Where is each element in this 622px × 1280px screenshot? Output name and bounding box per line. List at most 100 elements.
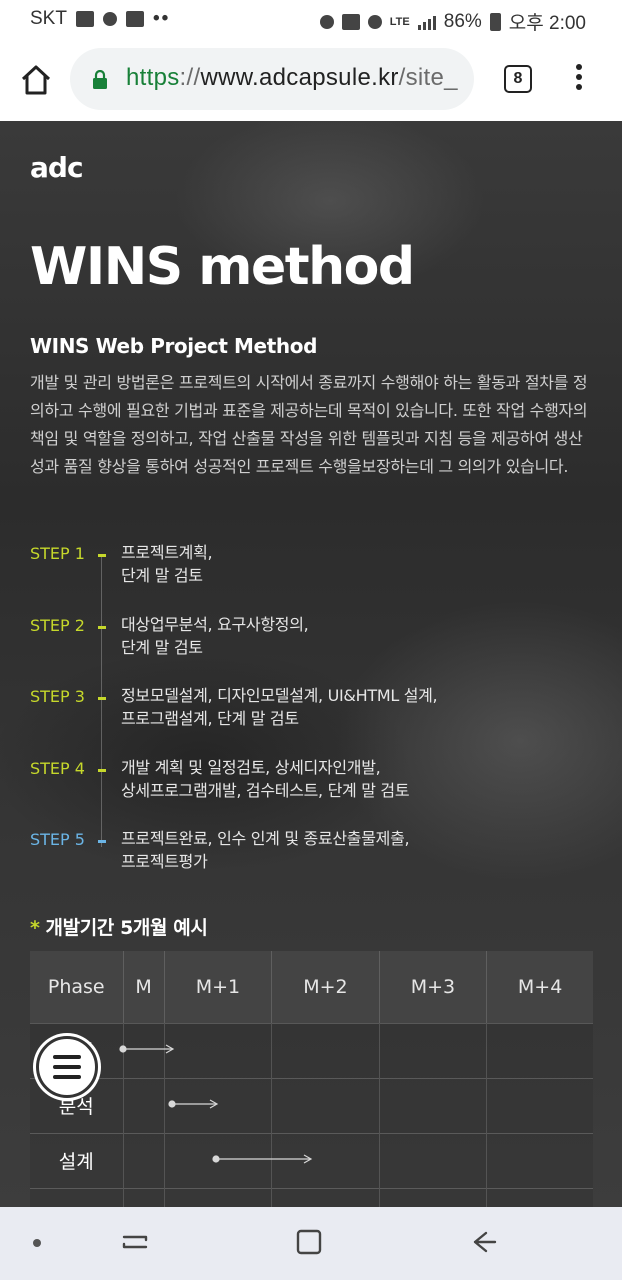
hamburger-menu-icon bbox=[53, 1052, 81, 1082]
recent-apps-icon[interactable] bbox=[120, 1227, 150, 1257]
mute-icon bbox=[341, 13, 360, 30]
url-text: https://www.adcapsule.kr/site_ bbox=[126, 64, 458, 92]
step-description: 정보모델설계, 디자인모델설계, UI&HTML 설계, 프로그램설계, 단계 … bbox=[121, 684, 591, 730]
step-marker bbox=[98, 840, 106, 843]
schedule-table: Phase M M+1 M+2 M+3 M+4 계획 분석 설계 bbox=[30, 951, 593, 1207]
step-line: 상세프로그램개발, 검수테스트, 단계 말 검토 bbox=[121, 781, 410, 800]
table-cell bbox=[486, 1132, 593, 1188]
table-cell bbox=[123, 1077, 165, 1133]
table-cell bbox=[486, 1022, 593, 1078]
table-row: 계획 bbox=[30, 1022, 593, 1078]
table-cell bbox=[379, 1132, 488, 1188]
battery-icon bbox=[489, 12, 501, 31]
table-cell bbox=[164, 1187, 273, 1207]
table-header: M+2 bbox=[271, 951, 380, 1023]
step-item-4: STEP 4 개발 계획 및 일정검토, 상세디자인개발, 상세프로그램개발, … bbox=[30, 756, 590, 812]
step-item-5: STEP 5 프로젝트완료, 인수 인계 및 종료산출물제출, 프로젝트평가 bbox=[30, 827, 590, 883]
step-description: 프로젝트완료, 인수 인계 및 종료산출물제출, 프로젝트평가 bbox=[121, 827, 591, 873]
table-header-row: Phase M M+1 M+2 M+3 M+4 bbox=[30, 951, 593, 1023]
step-description: 프로젝트계획, 단계 말 검토 bbox=[121, 541, 591, 587]
step-line: 대상업무분석, 요구사항정의, bbox=[121, 615, 309, 634]
period-title: 개발기간 5개월 예시 bbox=[45, 917, 208, 939]
table-cell bbox=[271, 1022, 380, 1078]
step-label: STEP 1 bbox=[30, 544, 85, 563]
battery-percent: 86% bbox=[443, 10, 482, 32]
table-row: 분석 bbox=[30, 1077, 593, 1133]
step-marker bbox=[98, 769, 106, 772]
step-line: 단계 말 검토 bbox=[121, 638, 203, 657]
table-row bbox=[30, 1187, 593, 1207]
system-nav-bar bbox=[0, 1207, 622, 1280]
lte-label: LTE bbox=[389, 15, 410, 28]
table-cell bbox=[164, 1077, 273, 1133]
table-header: M+3 bbox=[379, 951, 488, 1023]
table-cell bbox=[486, 1077, 593, 1133]
lock-icon bbox=[93, 70, 107, 89]
table-header: M+1 bbox=[164, 951, 273, 1023]
url-host: www.adcapsule.kr bbox=[200, 64, 399, 91]
carrier-label: SKT bbox=[30, 8, 67, 29]
step-label: STEP 3 bbox=[30, 687, 85, 706]
page-content: adc WINS method WINS Web Project Method … bbox=[0, 121, 622, 1207]
nav-dot-icon[interactable] bbox=[33, 1239, 41, 1247]
url-scheme: https bbox=[126, 64, 180, 91]
table-cell bbox=[379, 1022, 488, 1078]
period-heading: * 개발기간 5개월 예시 bbox=[30, 913, 208, 940]
table-cell bbox=[164, 1132, 273, 1188]
table-header: M bbox=[123, 951, 165, 1023]
url-separator: :// bbox=[179, 64, 201, 91]
page-description: 개발 및 관리 방법론은 프로젝트의 시작에서 종료까지 수행해야 하는 활동과… bbox=[30, 373, 588, 476]
tab-switcher-button[interactable]: 8 bbox=[504, 65, 532, 93]
step-line: 단계 말 검토 bbox=[121, 566, 203, 585]
step-label: STEP 4 bbox=[30, 759, 85, 778]
step-marker bbox=[98, 626, 106, 629]
nav-home-icon[interactable] bbox=[294, 1227, 324, 1257]
url-bar[interactable]: https://www.adcapsule.kr/site_ bbox=[70, 48, 474, 110]
step-label: STEP 2 bbox=[30, 616, 85, 635]
step-line: 프로그램설계, 단계 말 검토 bbox=[121, 709, 299, 728]
phase-cell bbox=[30, 1187, 124, 1207]
step-line: 프로젝트계획, bbox=[121, 543, 213, 562]
clock: 오후 2:00 bbox=[508, 13, 586, 34]
more-vert-icon[interactable] bbox=[570, 64, 588, 94]
table-header: Phase bbox=[30, 951, 124, 1023]
table-cell bbox=[164, 1022, 273, 1078]
step-label: STEP 5 bbox=[30, 830, 85, 849]
table-cell bbox=[379, 1187, 488, 1207]
browser-toolbar: https://www.adcapsule.kr/site_ 8 bbox=[0, 38, 622, 121]
gallery-icon bbox=[75, 11, 94, 27]
table-row: 설계 bbox=[30, 1132, 593, 1188]
page-title: WINS method bbox=[30, 237, 415, 297]
bluetooth-icon bbox=[319, 14, 334, 29]
step-item-2: STEP 2 대상업무분석, 요구사항정의, 단계 말 검토 bbox=[30, 613, 590, 669]
table-cell bbox=[271, 1132, 380, 1188]
url-path: /site_ bbox=[398, 64, 458, 91]
step-line: 정보모델설계, 디자인모델설계, UI&HTML 설계, bbox=[121, 686, 438, 705]
home-button[interactable] bbox=[18, 62, 54, 98]
notification-icon bbox=[125, 11, 144, 27]
table-cell bbox=[123, 1022, 165, 1078]
table-cell bbox=[123, 1132, 165, 1188]
phase-cell: 설계 bbox=[30, 1132, 124, 1188]
step-line: 개발 계획 및 일정검토, 상세디자인개발, bbox=[121, 758, 381, 777]
step-item-1: STEP 1 프로젝트계획, 단계 말 검토 bbox=[30, 541, 590, 597]
step-line: 프로젝트완료, 인수 인계 및 종료산출물제출, bbox=[121, 829, 410, 848]
more-notifications: •• bbox=[152, 8, 171, 29]
table-cell bbox=[379, 1077, 488, 1133]
site-logo[interactable]: adc bbox=[30, 151, 84, 184]
table-cell bbox=[271, 1077, 380, 1133]
back-icon[interactable] bbox=[468, 1227, 498, 1257]
table-cell bbox=[271, 1187, 380, 1207]
floating-menu-button[interactable] bbox=[36, 1036, 98, 1098]
table-cell bbox=[123, 1187, 165, 1207]
step-description: 대상업무분석, 요구사항정의, 단계 말 검토 bbox=[121, 613, 591, 659]
alarm-icon bbox=[367, 14, 382, 29]
table-header: M+4 bbox=[486, 951, 593, 1023]
page-subtitle: WINS Web Project Method bbox=[30, 334, 317, 358]
step-marker bbox=[98, 554, 106, 557]
schedule-table-wrap: Phase M M+1 M+2 M+3 M+4 계획 분석 설계 bbox=[30, 951, 593, 1207]
signal-icon bbox=[417, 14, 436, 30]
home-icon bbox=[21, 65, 51, 95]
period-star: * bbox=[30, 917, 40, 939]
step-marker bbox=[98, 697, 106, 700]
